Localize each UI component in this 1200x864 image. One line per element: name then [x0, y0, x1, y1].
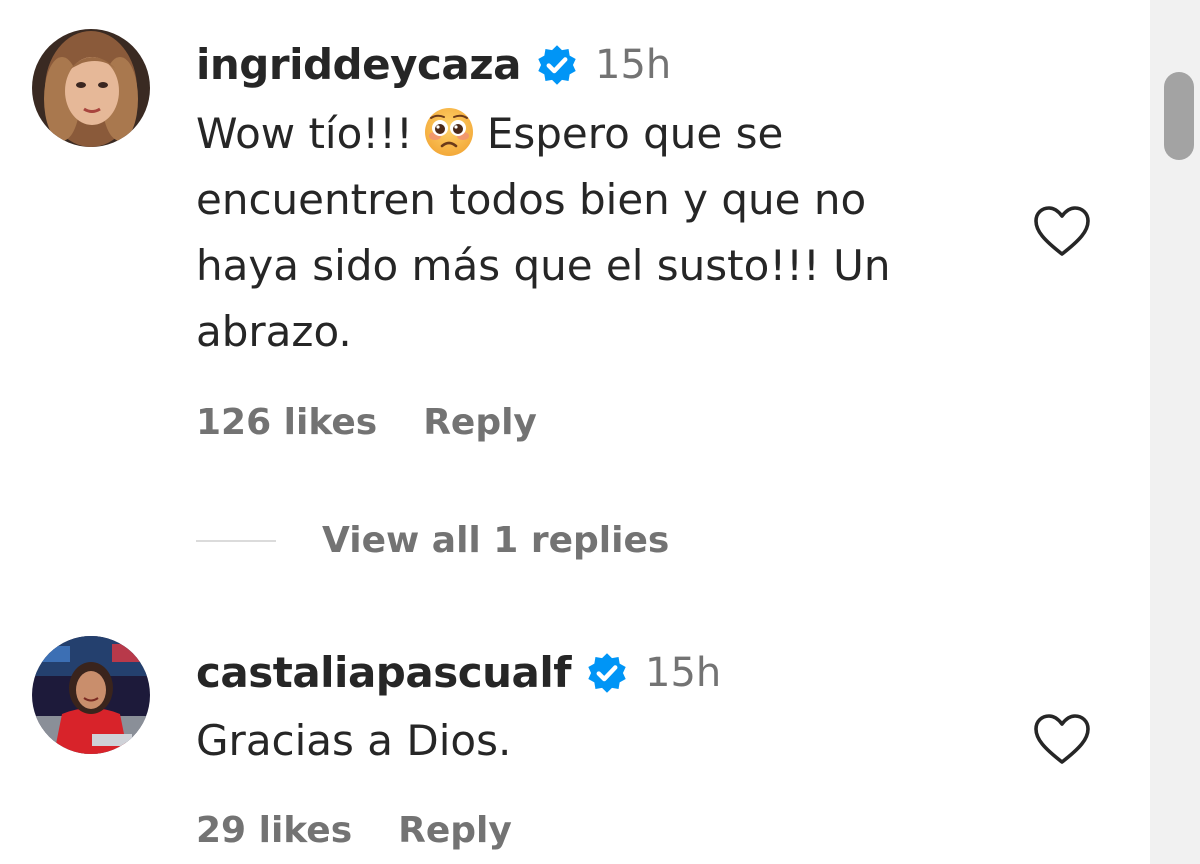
- likes-count[interactable]: 126 likes: [196, 402, 377, 443]
- view-replies-label: View all 1 replies: [322, 520, 670, 561]
- reply-button[interactable]: Reply: [398, 810, 512, 851]
- pleading-face-emoji-icon: [423, 106, 475, 158]
- view-replies-button[interactable]: View all 1 replies: [196, 520, 669, 561]
- avatar-image: [32, 636, 150, 754]
- comment-text: Wow tío!!! Espero que se encuentren todo…: [196, 101, 956, 365]
- comment-timestamp[interactable]: 15h: [595, 42, 671, 88]
- replies-divider: [196, 539, 276, 542]
- likes-count[interactable]: 29 likes: [196, 810, 352, 851]
- avatar-image: [32, 29, 150, 147]
- comment-timestamp[interactable]: 15h: [645, 650, 721, 696]
- comments-panel: ingriddeycaza 15h Wow tío!!! Espero que …: [0, 0, 1200, 864]
- username[interactable]: ingriddeycaza: [196, 40, 522, 89]
- comment-text: Gracias a Dios.: [196, 716, 512, 765]
- comment-text-start: Wow tío!!!: [196, 109, 413, 158]
- reply-button[interactable]: Reply: [423, 402, 537, 443]
- avatar[interactable]: [32, 29, 150, 147]
- scrollbar-thumb[interactable]: [1164, 72, 1194, 160]
- like-heart-icon[interactable]: [1032, 204, 1092, 260]
- like-heart-icon[interactable]: [1032, 712, 1092, 768]
- verified-badge-icon: [535, 43, 579, 87]
- avatar[interactable]: [32, 636, 150, 754]
- comment-actions: 126 likes Reply: [196, 402, 537, 443]
- comment-actions: 29 likes Reply: [196, 810, 512, 851]
- username[interactable]: castaliapascualf: [196, 648, 572, 697]
- verified-badge-icon: [585, 651, 629, 695]
- comment-header: castaliapascualf 15h: [196, 648, 721, 697]
- comment-header: ingriddeycaza 15h: [196, 40, 671, 89]
